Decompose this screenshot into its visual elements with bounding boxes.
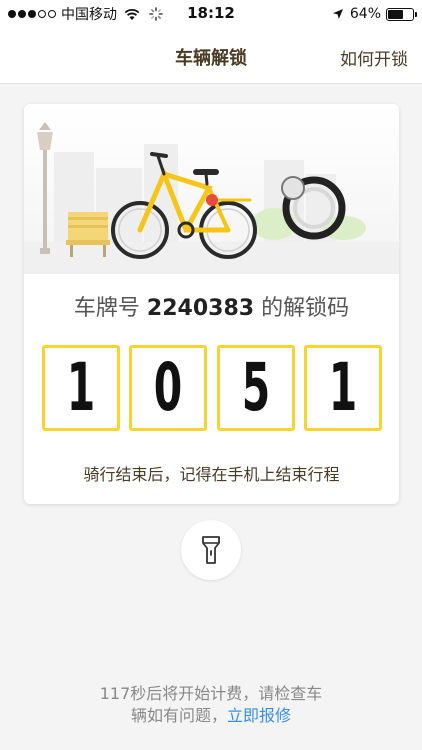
code-digit: 5 (241, 349, 270, 426)
code-digit-box: 1 (303, 345, 382, 431)
location-arrow-icon (332, 9, 343, 19)
status-bar: 中国移动 18:12 64% (0, 0, 422, 28)
plate-number: 2240383 (146, 296, 255, 321)
battery-fill (388, 9, 404, 19)
report-repair-link[interactable]: 立即报修 (227, 706, 291, 725)
billing-notice: 117秒后将开始计费，请检查车 辆如有问题，立即报修 (0, 683, 422, 727)
unlock-code-card: 车牌号 2240383 的解锁码 1 0 5 1 骑行结束后，记得在手机上结束行… (24, 104, 399, 504)
flashlight-icon (202, 536, 220, 564)
code-digit: 1 (66, 349, 96, 426)
billing-notice-line2-text: 辆如有问题， (130, 706, 227, 725)
code-digit-box: 0 (129, 345, 208, 431)
billing-notice-line1: 117秒后将开始计费，请检查车 (99, 684, 323, 703)
billing-notice-line2: 辆如有问题，立即报修 (0, 705, 422, 727)
caption-prefix: 车牌号 (73, 296, 140, 321)
caption-suffix: 的解锁码 (261, 296, 350, 321)
end-ride-reminder: 骑行结束后，记得在手机上结束行程 (83, 465, 340, 484)
how-to-unlock-button[interactable]: 如何开锁 (340, 45, 408, 70)
nav-bar: 车辆解锁 如何开锁 (0, 28, 422, 84)
unlock-code-caption: 车牌号 2240383 的解锁码 (24, 290, 399, 322)
code-digit-box: 5 (216, 345, 295, 431)
bicycle-illustration (24, 104, 399, 274)
status-right: 64% (332, 4, 417, 24)
code-digit: 1 (328, 349, 358, 426)
unlock-code: 1 0 5 1 (42, 345, 382, 431)
code-digit: 0 (154, 349, 183, 426)
code-digit-box: 1 (42, 345, 120, 431)
battery-percent: 64% (349, 6, 381, 22)
flashlight-button[interactable] (181, 520, 241, 580)
battery-icon (386, 7, 417, 21)
